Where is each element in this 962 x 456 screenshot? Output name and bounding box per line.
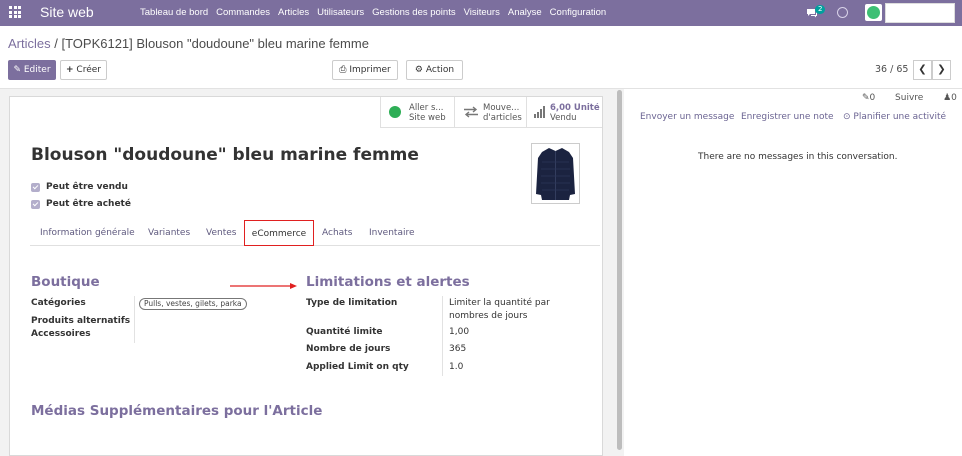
tab-purchase[interactable]: Achats bbox=[322, 220, 352, 246]
days-count-value[interactable]: 365 bbox=[449, 344, 466, 354]
website-smart-button-line1: Aller s... bbox=[409, 103, 444, 113]
pager-next-button[interactable]: ❯ bbox=[932, 60, 951, 80]
limits-section-title: Limitations et alertes bbox=[306, 274, 470, 290]
edit-button-label: Editer bbox=[23, 65, 51, 75]
website-smart-button-line2: Site web bbox=[409, 113, 446, 123]
boutique-field-divider bbox=[134, 296, 135, 343]
limit-type-value-line2[interactable]: nombres de jours bbox=[449, 311, 528, 321]
breadcrumb-current: [TOPK6121] Blouson "doudoune" bleu marin… bbox=[61, 36, 369, 51]
tab-sales[interactable]: Ventes bbox=[206, 220, 236, 246]
menu-item-articles[interactable]: Articles bbox=[278, 7, 309, 18]
stock-moves-smart-button[interactable]: Mouve... d'articles bbox=[454, 97, 526, 128]
menu-item-users[interactable]: Utilisateurs bbox=[317, 7, 364, 18]
top-navbar: Site web Tableau de bord Commandes Artic… bbox=[0, 0, 962, 26]
smart-buttons: Aller s... Site web Mouve... d'articles … bbox=[380, 97, 602, 128]
chevron-left-icon: ❮ bbox=[918, 64, 927, 75]
avatar[interactable] bbox=[865, 4, 882, 21]
chat-count-badge: 2 bbox=[815, 5, 826, 14]
edit-button[interactable]: ✎ Editer bbox=[8, 60, 56, 80]
categories-label: Catégories bbox=[31, 298, 86, 308]
chatter-topbar: ✎0 Suivre ♟0 bbox=[862, 93, 957, 103]
can-be-purchased-checkbox[interactable] bbox=[31, 200, 40, 209]
limit-type-value-line1[interactable]: Limiter la quantité par bbox=[449, 298, 550, 308]
jacket-image bbox=[536, 148, 575, 200]
print-button[interactable]: ⎙ Imprimer bbox=[332, 60, 398, 80]
limit-quantity-value[interactable]: 1,00 bbox=[449, 327, 469, 337]
tab-ecommerce[interactable]: eCommerce bbox=[244, 220, 314, 246]
action-button-label: Action bbox=[425, 65, 455, 75]
plus-icon: + bbox=[66, 65, 74, 75]
applied-limit-value[interactable]: 1.0 bbox=[449, 362, 463, 372]
clock-icon[interactable] bbox=[837, 7, 848, 18]
media-section-title: Médias Supplémentaires pour l'Article bbox=[31, 403, 323, 419]
user-menu-box[interactable] bbox=[885, 3, 955, 23]
pager-previous-button[interactable]: ❮ bbox=[913, 60, 932, 80]
can-be-sold-label: Peut être vendu bbox=[46, 182, 128, 192]
followers-icon[interactable]: ♟ bbox=[943, 93, 951, 103]
stock-moves-smart-button-line2: d'articles bbox=[483, 113, 522, 123]
alternative-products-label: Produits alternatifs bbox=[31, 316, 131, 326]
app-name[interactable]: Site web bbox=[40, 4, 94, 20]
accessories-label: Accessoires bbox=[31, 329, 91, 339]
tab-variants[interactable]: Variantes bbox=[148, 220, 190, 246]
form-scrollbar[interactable] bbox=[617, 90, 622, 450]
breadcrumb-separator: / bbox=[50, 36, 62, 51]
menu-item-orders[interactable]: Commandes bbox=[216, 7, 270, 18]
create-button[interactable]: + Créer bbox=[60, 60, 107, 80]
boutique-section-title: Boutique bbox=[31, 274, 100, 290]
menu-item-visitors[interactable]: Visiteurs bbox=[464, 7, 500, 18]
website-smart-button[interactable]: Aller s... Site web bbox=[380, 97, 454, 128]
bar-chart-icon bbox=[534, 106, 545, 118]
attachments-count[interactable]: 0 bbox=[870, 93, 876, 103]
days-count-label: Nombre de jours bbox=[306, 344, 391, 354]
can-be-purchased-label: Peut être acheté bbox=[46, 199, 131, 209]
create-button-label: Créer bbox=[76, 65, 101, 75]
menu-item-dashboard[interactable]: Tableau de bord bbox=[140, 7, 208, 18]
limits-field-divider bbox=[442, 296, 443, 376]
schedule-activity-button[interactable]: ⊙ Planifier une activité bbox=[843, 112, 946, 122]
menu-item-configuration[interactable]: Configuration bbox=[550, 7, 607, 18]
sold-smart-button-line2: Vendu bbox=[550, 113, 577, 123]
followers-count[interactable]: 0 bbox=[951, 93, 957, 103]
print-button-label: Imprimer bbox=[349, 65, 391, 75]
limit-quantity-label: Quantité limite bbox=[306, 327, 383, 337]
tab-general-information[interactable]: Information générale bbox=[40, 220, 135, 246]
pager-value[interactable]: 36 / 65 bbox=[875, 64, 908, 75]
form-tabs: Information générale Variantes Ventes eC… bbox=[30, 220, 600, 246]
sold-smart-button[interactable]: 6,00 Unité Vendu bbox=[526, 97, 602, 128]
menu-item-analysis[interactable]: Analyse bbox=[508, 7, 542, 18]
printer-icon: ⎙ bbox=[339, 65, 347, 75]
schedule-activity-label: Planifier une activité bbox=[853, 112, 947, 122]
no-messages-text: There are no messages in this conversati… bbox=[698, 152, 898, 162]
main-menu: Tableau de bord Commandes Articles Utili… bbox=[140, 7, 614, 18]
stock-moves-smart-button-line1: Mouve... bbox=[483, 103, 520, 113]
action-button[interactable]: ⚙ Action bbox=[406, 60, 463, 80]
send-message-button[interactable]: Envoyer un message bbox=[640, 112, 734, 122]
clock-small-icon: ⊙ bbox=[843, 112, 851, 122]
gear-icon: ⚙ bbox=[414, 65, 423, 75]
follow-button[interactable]: Suivre bbox=[895, 93, 923, 103]
product-image[interactable] bbox=[531, 143, 580, 204]
exchange-icon bbox=[464, 106, 478, 118]
applied-limit-label: Applied Limit on qty bbox=[306, 362, 409, 372]
menu-item-points[interactable]: Gestions des points bbox=[372, 7, 455, 18]
product-title[interactable]: Blouson "doudoune" bleu marine femme bbox=[31, 145, 419, 165]
sold-smart-button-line1: 6,00 Unité bbox=[550, 103, 600, 113]
log-note-button[interactable]: Enregistrer une note bbox=[741, 112, 834, 122]
attachment-icon[interactable]: ✎ bbox=[862, 93, 870, 103]
pencil-icon: ✎ bbox=[13, 65, 21, 75]
apps-grid-icon[interactable] bbox=[9, 6, 21, 18]
chevron-right-icon: ❯ bbox=[937, 64, 946, 75]
tab-inventory[interactable]: Inventaire bbox=[369, 220, 415, 246]
annotation-arrow bbox=[230, 283, 297, 289]
breadcrumb-articles-link[interactable]: Articles bbox=[8, 36, 51, 51]
limit-type-label: Type de limitation bbox=[306, 298, 398, 308]
can-be-sold-checkbox[interactable] bbox=[31, 183, 40, 192]
globe-icon bbox=[389, 106, 401, 118]
breadcrumb: Articles / [TOPK6121] Blouson "doudoune"… bbox=[8, 36, 369, 51]
category-tag[interactable]: Pulls, vestes, gilets, parka bbox=[139, 298, 247, 310]
